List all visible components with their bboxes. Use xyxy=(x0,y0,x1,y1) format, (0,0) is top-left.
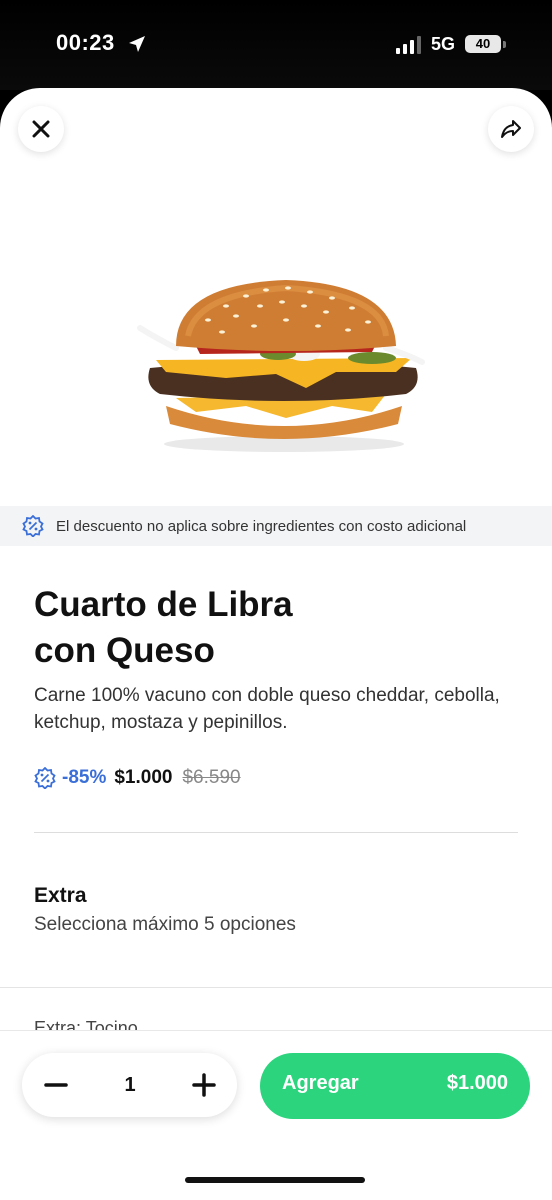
notice-text: El descuento no aplica sobre ingrediente… xyxy=(56,517,467,535)
product-title-line1: Cuarto de Libra xyxy=(34,585,293,624)
bottom-action-bar: 1 Agregar $1.000 xyxy=(0,1030,552,1200)
share-icon xyxy=(501,120,521,138)
add-button-label: Agregar xyxy=(282,1072,359,1094)
close-icon xyxy=(32,120,50,138)
status-time: 00:23 xyxy=(56,30,115,55)
battery-icon: 40 xyxy=(465,35,501,53)
discount-notice: El descuento no aplica sobre ingrediente… xyxy=(0,506,552,546)
product-image xyxy=(137,280,425,452)
divider xyxy=(0,987,552,988)
product-title-line2: con Queso xyxy=(34,631,215,670)
add-button-price: $1.000 xyxy=(446,1072,508,1094)
price-row: -85% $1.000 $6.590 xyxy=(34,764,241,792)
share-button[interactable] xyxy=(488,106,534,152)
discount-badge-icon xyxy=(22,515,44,537)
divider xyxy=(34,832,518,833)
add-to-cart-button[interactable]: Agregar $1.000 xyxy=(260,1053,530,1119)
plus-icon[interactable] xyxy=(190,1071,218,1099)
current-price: $1.000 xyxy=(114,767,173,788)
network-label: 5G xyxy=(431,34,456,54)
extras-subtitle: Selecciona máximo 5 opciones xyxy=(34,914,296,935)
signal-icon xyxy=(396,36,421,54)
original-price: $6.590 xyxy=(182,767,241,788)
extras-title: Extra xyxy=(34,884,87,907)
discount-badge-icon xyxy=(34,767,56,789)
product-sheet: El descuento no aplica sobre ingrediente… xyxy=(0,88,552,1200)
close-button[interactable] xyxy=(18,106,64,152)
home-indicator[interactable] xyxy=(185,1177,365,1183)
status-bar: 00:23 5G 40 xyxy=(0,0,552,90)
quantity-stepper: 1 xyxy=(22,1053,237,1117)
location-arrow-icon xyxy=(129,36,145,52)
quantity-value: 1 xyxy=(124,1074,136,1096)
discount-percent: -85% xyxy=(62,767,107,788)
battery-tip xyxy=(503,41,506,48)
product-title: Cuarto de Libra con Queso xyxy=(34,582,454,674)
product-description: Carne 100% vacuno con doble queso chedda… xyxy=(34,685,500,733)
minus-icon[interactable] xyxy=(42,1071,70,1099)
